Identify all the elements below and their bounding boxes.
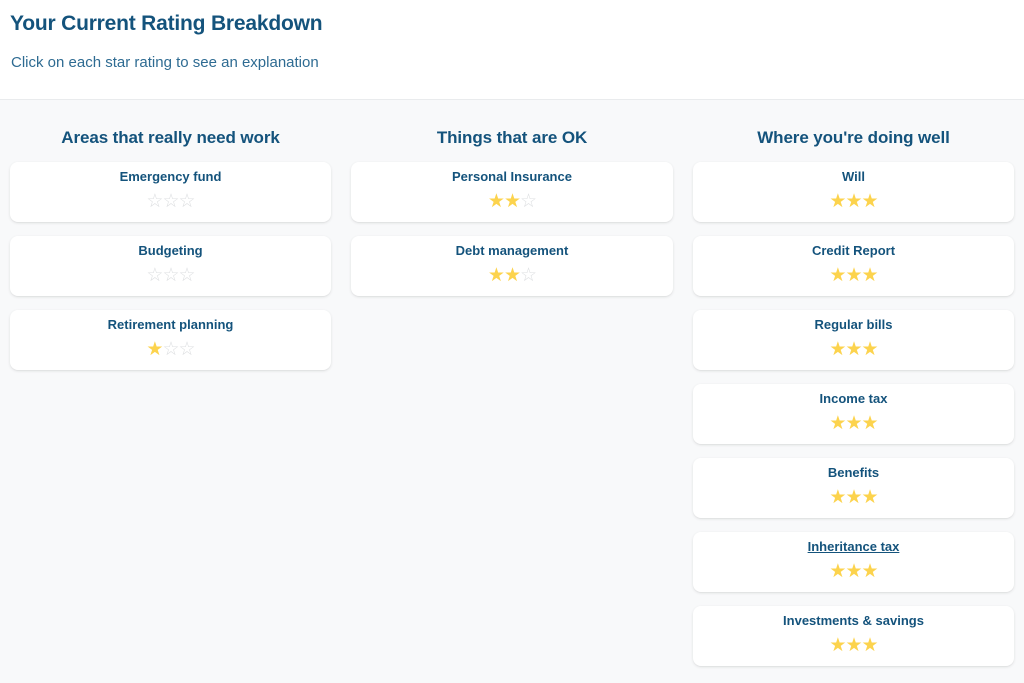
star-filled-icon[interactable]: ★ <box>862 561 879 581</box>
column-heading: Things that are OK <box>436 128 588 147</box>
rating-card-title: Retirement planning <box>107 317 234 332</box>
rating-card-title: Emergency fund <box>119 169 222 184</box>
star-empty-icon[interactable]: ☆ <box>520 191 537 211</box>
rating-card-title: Personal Insurance <box>452 169 572 184</box>
rating-card[interactable]: Regular bills ★★★ <box>693 310 1014 370</box>
rating-card[interactable]: Investments & savings ★★★ <box>693 606 1014 666</box>
rating-card-title: Debt management <box>455 243 569 258</box>
rating-card-list: Emergency fund ☆☆☆ Budgeting ☆☆☆ Retirement … <box>10 162 331 370</box>
rating-card[interactable]: Emergency fund ☆☆☆ <box>10 162 331 222</box>
rating-column-ok: Things that are OK Personal Insurance ★★☆… <box>341 100 683 310</box>
star-rating[interactable]: ★★★ <box>829 482 879 507</box>
rating-breakdown-board: Areas that really need work Emergency fu… <box>0 100 1024 680</box>
star-rating[interactable]: ★★★ <box>829 260 879 285</box>
page-header: Your Current Rating Breakdown Click on e… <box>0 0 1024 100</box>
star-empty-icon[interactable]: ☆ <box>179 191 196 211</box>
column-heading: Areas that really need work <box>61 128 280 147</box>
rating-card-title: Inheritance tax <box>807 539 900 554</box>
rating-card-title: Income tax <box>819 391 888 406</box>
star-rating[interactable]: ☆☆☆ <box>146 186 196 211</box>
star-filled-icon[interactable]: ★ <box>845 339 862 359</box>
star-filled-icon[interactable]: ★ <box>845 413 862 433</box>
rating-card[interactable]: Credit Report ★★★ <box>693 236 1014 296</box>
star-rating[interactable]: ★★☆ <box>488 260 537 285</box>
star-filled-icon[interactable]: ★ <box>845 191 862 211</box>
rating-card[interactable]: Personal Insurance ★★☆ <box>351 162 673 222</box>
rating-card-title: Credit Report <box>811 243 896 258</box>
rating-card[interactable]: Debt management ★★☆ <box>351 236 673 296</box>
star-empty-icon[interactable]: ☆ <box>162 265 179 285</box>
star-filled-icon[interactable]: ★ <box>862 635 879 655</box>
star-empty-icon[interactable]: ☆ <box>162 191 179 211</box>
rating-column-doing-well: Where you're doing well Will ★★★ Credit Re… <box>683 100 1024 680</box>
star-filled-icon[interactable]: ★ <box>862 487 879 507</box>
star-rating[interactable]: ★★☆ <box>488 186 537 211</box>
rating-card-title: Budgeting <box>138 243 203 258</box>
rating-card-title: Regular bills <box>814 317 893 332</box>
star-filled-icon[interactable]: ★ <box>829 487 846 507</box>
star-filled-icon[interactable]: ★ <box>845 265 862 285</box>
star-filled-icon[interactable]: ★ <box>829 191 846 211</box>
star-empty-icon[interactable]: ☆ <box>162 339 179 359</box>
star-filled-icon[interactable]: ★ <box>488 191 505 211</box>
star-filled-icon[interactable]: ★ <box>488 265 505 285</box>
page-subtitle: Click on each star rating to see an expl… <box>11 54 319 71</box>
star-filled-icon[interactable]: ★ <box>829 339 846 359</box>
star-rating[interactable]: ★☆☆ <box>146 334 196 359</box>
star-filled-icon[interactable]: ★ <box>829 265 846 285</box>
star-rating[interactable]: ☆☆☆ <box>146 260 196 285</box>
star-filled-icon[interactable]: ★ <box>862 339 879 359</box>
rating-card-title: Investments & savings <box>783 613 924 628</box>
rating-card[interactable]: Income tax ★★★ <box>693 384 1014 444</box>
star-filled-icon[interactable]: ★ <box>829 413 846 433</box>
star-rating[interactable]: ★★★ <box>829 408 879 433</box>
star-filled-icon[interactable]: ★ <box>146 339 163 359</box>
star-filled-icon[interactable]: ★ <box>845 561 862 581</box>
star-empty-icon[interactable]: ☆ <box>179 265 196 285</box>
star-rating[interactable]: ★★★ <box>829 186 879 211</box>
star-filled-icon[interactable]: ★ <box>829 561 846 581</box>
rating-card-list: Personal Insurance ★★☆ Debt management ★★☆ <box>351 162 673 296</box>
star-filled-icon[interactable]: ★ <box>862 265 879 285</box>
star-rating[interactable]: ★★★ <box>829 630 879 655</box>
rating-card-list: Will ★★★ Credit Report ★★★ Regular bills ★★★ I… <box>693 162 1014 666</box>
star-filled-icon[interactable]: ★ <box>829 635 846 655</box>
star-empty-icon[interactable]: ☆ <box>146 265 163 285</box>
star-empty-icon[interactable]: ☆ <box>520 265 537 285</box>
rating-card[interactable]: Retirement planning ★☆☆ <box>10 310 331 370</box>
star-empty-icon[interactable]: ☆ <box>179 339 196 359</box>
rating-card-title: Benefits <box>827 465 880 480</box>
rating-card[interactable]: Benefits ★★★ <box>693 458 1014 518</box>
column-heading: Where you're doing well <box>757 128 950 147</box>
rating-card[interactable]: Will ★★★ <box>693 162 1014 222</box>
rating-column-needs-work: Areas that really need work Emergency fu… <box>0 100 341 384</box>
star-rating[interactable]: ★★★ <box>829 556 879 581</box>
star-empty-icon[interactable]: ☆ <box>146 191 163 211</box>
star-filled-icon[interactable]: ★ <box>845 487 862 507</box>
rating-card[interactable]: Inheritance tax ★★★ <box>693 532 1014 592</box>
star-filled-icon[interactable]: ★ <box>862 191 879 211</box>
star-filled-icon[interactable]: ★ <box>845 635 862 655</box>
page-title: Your Current Rating Breakdown <box>10 12 323 35</box>
rating-card-title: Will <box>842 169 865 184</box>
star-filled-icon[interactable]: ★ <box>504 191 521 211</box>
star-rating[interactable]: ★★★ <box>829 334 879 359</box>
star-filled-icon[interactable]: ★ <box>862 413 879 433</box>
star-filled-icon[interactable]: ★ <box>504 265 521 285</box>
rating-card[interactable]: Budgeting ☆☆☆ <box>10 236 331 296</box>
